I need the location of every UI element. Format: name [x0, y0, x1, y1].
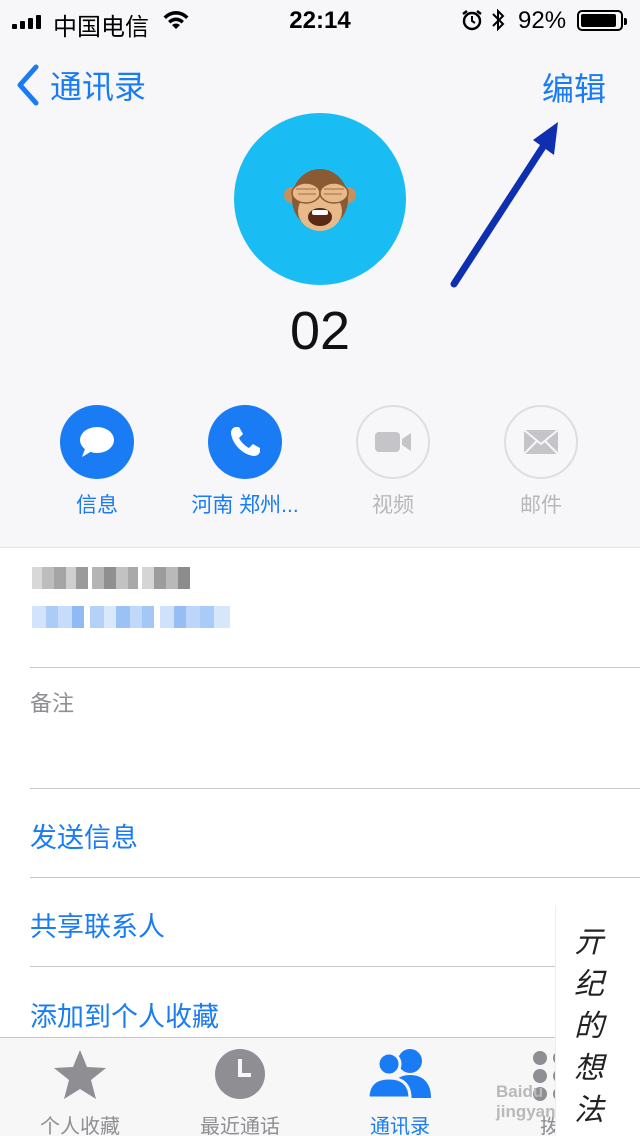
bluetooth-icon — [490, 8, 506, 37]
add-to-favorites-row[interactable]: 添加到个人收藏 — [30, 995, 219, 1034]
message-icon — [60, 405, 134, 479]
contacts-icon — [365, 1048, 435, 1103]
phone-number-redacted — [32, 606, 230, 628]
clock-icon — [214, 1048, 266, 1105]
divider — [30, 788, 640, 789]
contact-name: 02 — [289, 301, 351, 361]
divider — [30, 966, 640, 967]
signature-char: 亓 — [574, 925, 604, 960]
video-action[interactable]: 视频 — [328, 405, 458, 519]
contact-actions: 信息 河南 郑州... 视频 邮件 — [0, 405, 640, 525]
phone-icon — [208, 405, 282, 479]
star-icon — [52, 1048, 108, 1107]
notes-label[interactable]: 备注 — [30, 686, 74, 718]
divider — [30, 877, 640, 878]
back-button-label: 通讯录 — [50, 69, 147, 105]
tab-label: 通讯录 — [370, 1116, 430, 1136]
tab-recents[interactable]: 最近通话 — [160, 1038, 320, 1136]
signature-watermark: 亓 纪 的 想 法 — [555, 905, 640, 1136]
alarm-icon — [461, 9, 483, 36]
message-action[interactable]: 信息 — [32, 405, 162, 519]
battery-percent: 92% — [518, 7, 567, 34]
baidu-watermark: Baidu jingyan — [496, 1082, 556, 1121]
message-action-label: 信息 — [76, 494, 118, 517]
tab-contacts[interactable]: 通讯录 — [320, 1038, 480, 1136]
edit-button[interactable]: 编辑 — [542, 64, 606, 110]
call-action[interactable]: 河南 郑州... — [180, 405, 310, 519]
tab-label: 个人收藏 — [40, 1116, 120, 1136]
signature-char: 想 — [574, 1051, 604, 1086]
mail-icon — [504, 405, 578, 479]
avatar — [234, 113, 406, 285]
signature-char: 的 — [574, 1009, 604, 1044]
tab-favorites[interactable]: 个人收藏 — [0, 1038, 160, 1136]
mail-action[interactable]: 邮件 — [476, 405, 606, 519]
signature-char: 法 — [574, 1093, 604, 1128]
share-contact-row[interactable]: 共享联系人 — [30, 905, 165, 944]
back-button[interactable]: 通讯录 — [16, 62, 146, 108]
chevron-left-icon — [17, 64, 39, 106]
phone-type-redacted — [32, 567, 190, 589]
annotation-arrow-icon — [450, 122, 558, 288]
tab-label: 最近通话 — [200, 1116, 280, 1136]
status-bar: 中国电信 22:14 92% — [0, 0, 640, 41]
battery-icon — [577, 10, 627, 31]
video-action-label: 视频 — [372, 494, 414, 517]
see-no-evil-monkey-icon — [284, 169, 356, 231]
divider — [30, 667, 640, 668]
video-icon — [356, 405, 430, 479]
mail-action-label: 邮件 — [520, 494, 562, 517]
send-message-row[interactable]: 发送信息 — [30, 816, 138, 855]
call-action-label: 河南 郑州... — [191, 494, 299, 517]
signature-char: 纪 — [574, 967, 604, 1002]
